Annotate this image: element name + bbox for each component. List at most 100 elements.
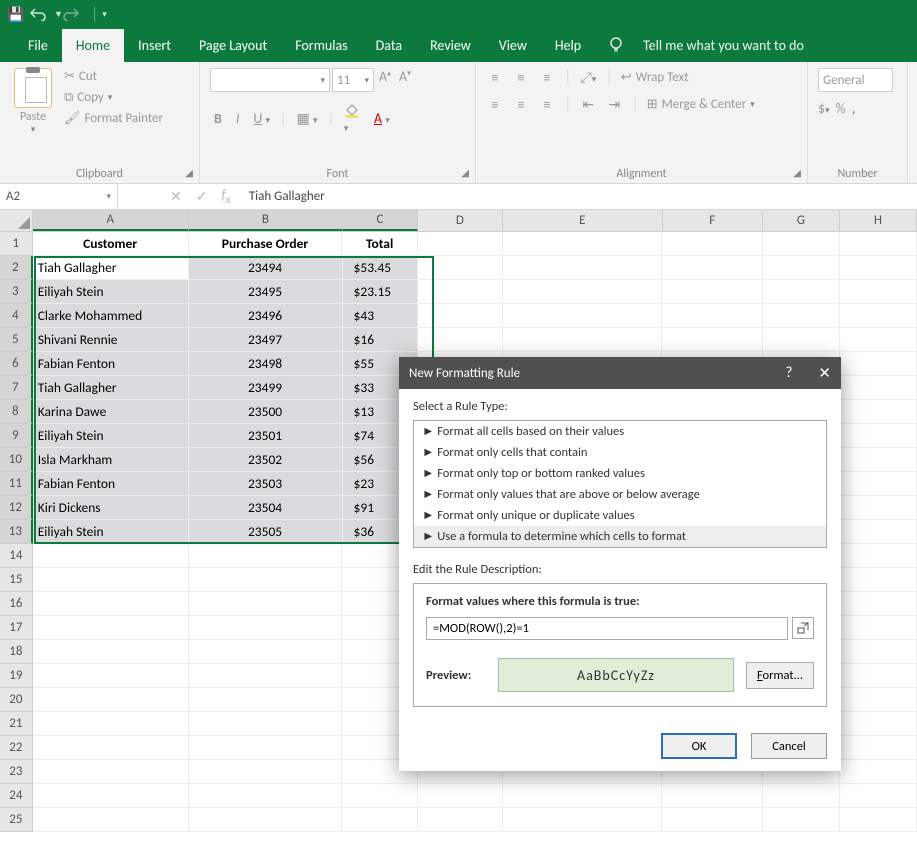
cell[interactable] [763, 232, 840, 256]
column-header-A[interactable]: A [33, 210, 189, 231]
tab-review[interactable]: Review [416, 29, 485, 62]
cell[interactable] [840, 520, 917, 544]
cell[interactable] [189, 808, 343, 832]
font-size-combo[interactable]: 11▾ [332, 68, 374, 92]
cell[interactable] [662, 256, 762, 280]
enter-formula-icon[interactable]: ✓ [196, 188, 208, 205]
cell[interactable] [662, 280, 762, 304]
cancel-button[interactable]: Cancel [751, 733, 827, 759]
cell[interactable] [503, 232, 663, 256]
cell[interactable]: 23503 [189, 472, 343, 496]
column-header-B[interactable]: B [189, 210, 343, 231]
align-top-icon[interactable]: ≡ [486, 69, 504, 87]
cell[interactable]: Clarke Mohammed [33, 304, 189, 328]
cell[interactable] [189, 592, 343, 616]
row-header[interactable]: 9 [0, 424, 33, 448]
row-header[interactable]: 3 [0, 280, 33, 304]
column-header-H[interactable]: H [840, 210, 917, 231]
cell[interactable]: Shivani Rennie [33, 328, 189, 352]
cell[interactable] [33, 760, 189, 784]
decrease-font-icon[interactable]: A▾ [396, 68, 414, 86]
cell[interactable] [840, 496, 917, 520]
row-header[interactable]: 14 [0, 544, 33, 568]
cell[interactable] [763, 256, 840, 280]
italic-button[interactable]: I [232, 108, 244, 129]
row-header[interactable]: 24 [0, 784, 33, 808]
cell[interactable] [342, 784, 417, 808]
percent-format-button[interactable]: % [836, 100, 846, 117]
cell[interactable] [418, 304, 503, 328]
dialog-launcher-clipboard[interactable]: ◢ [185, 166, 193, 179]
row-header[interactable]: 21 [0, 712, 33, 736]
formula-input-field[interactable] [426, 617, 788, 640]
cell[interactable] [33, 688, 189, 712]
cell[interactable] [503, 256, 663, 280]
cell[interactable]: Kiri Dickens [33, 496, 189, 520]
tell-me-input[interactable]: Tell me what you want to do [629, 29, 818, 62]
cell[interactable]: $16 [343, 328, 418, 352]
cell[interactable] [840, 592, 917, 616]
cell[interactable] [840, 256, 917, 280]
decrease-indent-icon[interactable]: ⇤ [579, 96, 597, 114]
rule-type-item[interactable]: ► Format only cells that contain [414, 442, 826, 463]
cell[interactable] [33, 736, 189, 760]
row-header[interactable]: 20 [0, 688, 33, 712]
cell[interactable]: 23499 [189, 376, 343, 400]
cell[interactable] [840, 448, 917, 472]
column-header-F[interactable]: F [663, 210, 763, 231]
cell[interactable] [189, 568, 343, 592]
cell[interactable] [840, 616, 917, 640]
row-header[interactable]: 15 [0, 568, 33, 592]
cell[interactable]: 23501 [189, 424, 343, 448]
redo-icon[interactable] [63, 7, 83, 21]
align-right-icon[interactable]: ≡ [538, 96, 556, 114]
cell[interactable]: Fabian Fenton [33, 352, 189, 376]
cell[interactable]: 23498 [189, 352, 343, 376]
copy-button[interactable]: ⧉Copy ▾ [62, 87, 165, 108]
cell[interactable] [33, 640, 189, 664]
font-color-button[interactable]: A ▾ [370, 108, 394, 129]
cell[interactable]: $23.15 [343, 280, 418, 304]
row-header[interactable]: 17 [0, 616, 33, 640]
cell[interactable] [840, 784, 917, 808]
cell[interactable]: Eiliyah Stein [33, 280, 189, 304]
cell[interactable] [189, 736, 343, 760]
cell[interactable] [418, 280, 503, 304]
cell[interactable] [840, 304, 917, 328]
row-header[interactable]: 10 [0, 448, 33, 472]
cell[interactable] [840, 280, 917, 304]
dialog-close-icon[interactable]: ✕ [818, 364, 831, 383]
row-header[interactable]: 16 [0, 592, 33, 616]
cell[interactable] [33, 712, 189, 736]
column-header-E[interactable]: E [503, 210, 663, 231]
cell[interactable]: Total [342, 232, 417, 256]
select-all-corner[interactable] [0, 210, 33, 231]
column-header-D[interactable]: D [418, 210, 503, 231]
align-bottom-icon[interactable]: ≡ [538, 69, 556, 87]
format-button[interactable]: Format... [746, 662, 814, 689]
undo-dropdown-icon[interactable]: ▼ [54, 9, 63, 20]
cell[interactable]: 23494 [189, 256, 343, 280]
increase-font-icon[interactable]: A▴ [376, 68, 394, 86]
rule-type-item[interactable]: ► Format all cells based on their values [414, 421, 826, 442]
cell[interactable] [763, 304, 840, 328]
format-painter-button[interactable]: 🖌Format Painter [62, 108, 165, 129]
merge-center-button[interactable]: ⊞Merge & Center ▾ [647, 97, 755, 112]
cell[interactable]: 23495 [189, 280, 343, 304]
row-header[interactable]: 23 [0, 760, 33, 784]
tab-formulas[interactable]: Formulas [281, 29, 361, 62]
cell[interactable] [189, 640, 343, 664]
cell[interactable] [189, 544, 343, 568]
row-header[interactable]: 6 [0, 352, 33, 376]
tab-help[interactable]: Help [541, 29, 595, 62]
cell[interactable] [33, 592, 189, 616]
cell[interactable] [189, 784, 343, 808]
row-header[interactable]: 12 [0, 496, 33, 520]
orientation-icon[interactable]: ⤢▾ [579, 69, 597, 87]
row-header[interactable]: 19 [0, 664, 33, 688]
dialog-help-icon[interactable]: ? [785, 364, 792, 382]
cell[interactable] [763, 784, 840, 808]
cell[interactable]: $53.45 [343, 256, 418, 280]
undo-icon[interactable] [30, 7, 50, 21]
cell[interactable] [33, 616, 189, 640]
